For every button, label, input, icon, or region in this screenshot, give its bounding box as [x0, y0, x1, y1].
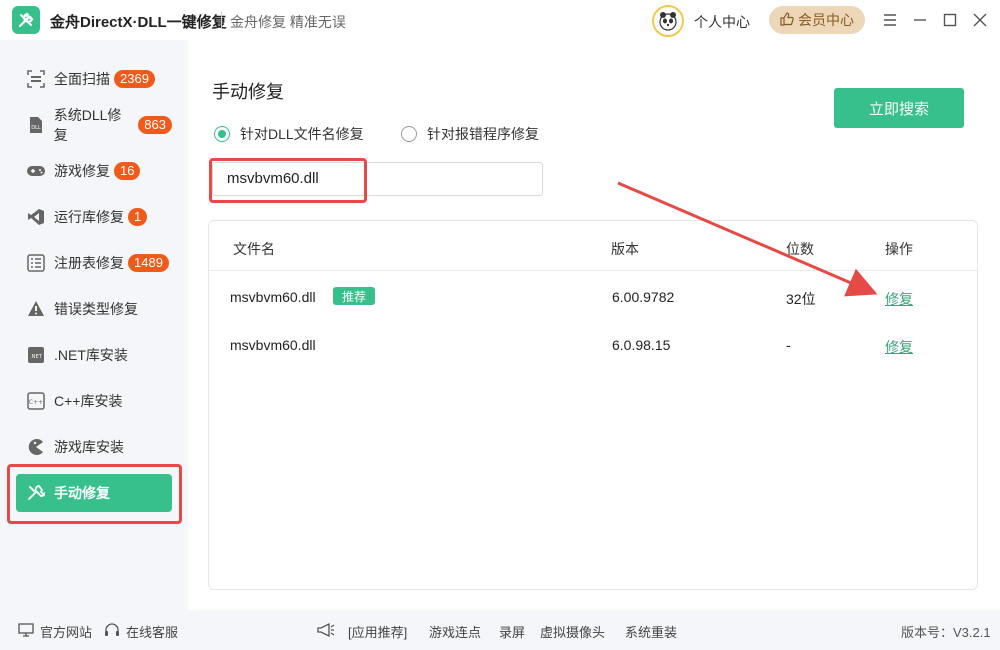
thumbs-up-icon: [780, 11, 794, 29]
official-website-link[interactable]: 官方网站: [18, 622, 92, 641]
gamepad-icon: [26, 161, 46, 181]
row2-bits: -: [786, 337, 791, 353]
row1-filename: msvbvm60.dll: [230, 289, 316, 305]
sidebar-item-game-lib-install[interactable]: 游戏库安装: [16, 428, 172, 466]
count-badge: 16: [114, 162, 141, 180]
count-badge: 863: [138, 116, 172, 134]
version-label: 版本号：V3.2.1: [901, 625, 991, 640]
radio-dll-filename[interactable]: 针对DLL文件名修复: [214, 124, 364, 144]
svg-text:.NET: .NET: [30, 354, 42, 360]
vip-center-button[interactable]: 会员中心: [769, 6, 865, 34]
search-now-button[interactable]: 立即搜索: [834, 88, 964, 128]
app-logo-icon: [12, 6, 40, 34]
sidebar-item-dotnet-install[interactable]: .NET .NET库安装: [16, 336, 172, 374]
sidebar-item-error-type[interactable]: 错误类型修复: [16, 290, 172, 328]
footer-link-system-reinstall[interactable]: 系统重装: [625, 622, 677, 641]
row1-bits: 32位: [786, 291, 816, 307]
count-badge: 2369: [114, 70, 155, 88]
svg-text:DLL: DLL: [31, 125, 41, 131]
header-divider: [209, 270, 977, 271]
sidebar-item-registry-repair[interactable]: 注册表修复 1489: [16, 244, 172, 282]
registry-list-icon: [26, 253, 46, 273]
app-title: 金舟DirectX·DLL一键修复: [50, 14, 227, 31]
user-center-link[interactable]: 个人中心: [694, 12, 750, 32]
row1-version: 6.00.9782: [612, 289, 675, 305]
column-header-filename: 文件名: [233, 241, 275, 257]
row1-repair-link[interactable]: 修复: [885, 289, 913, 309]
row2-version: 6.0.98.15: [612, 337, 671, 353]
dll-icon: DLL: [26, 115, 46, 135]
row2-repair-link[interactable]: 修复: [885, 337, 913, 357]
sidebar-item-cpp-install[interactable]: C++ C++库安装: [16, 382, 172, 420]
sidebar-item-label: 注册表修复: [54, 255, 124, 271]
online-service-link[interactable]: 在线客服: [104, 622, 178, 641]
title-bar: 金舟DirectX·DLL一键修复 金舟修复 精准无误 个人中心 会员中心: [0, 0, 1000, 40]
radio-checked-icon[interactable]: [214, 126, 230, 142]
footer-link-screen-record[interactable]: 录屏: [499, 622, 525, 641]
user-avatar[interactable]: [652, 5, 684, 37]
warning-icon: [26, 299, 46, 319]
recommended-badge: 推荐: [333, 287, 375, 305]
radio-error-program[interactable]: 针对报错程序修复: [401, 124, 539, 144]
scan-icon: [26, 69, 46, 89]
sidebar-item-system-dll[interactable]: DLL 系统DLL修复 863: [16, 106, 172, 144]
sidebar-item-label: 错误类型修复: [54, 301, 138, 317]
sidebar-item-label: .NET库安装: [54, 347, 128, 363]
page-title: 手动修复: [212, 82, 284, 102]
megaphone-icon: [316, 622, 336, 641]
close-icon[interactable]: [970, 10, 990, 30]
column-header-version: 版本: [611, 241, 639, 257]
title-divider: [221, 12, 222, 28]
highlight-frame-input: [209, 158, 367, 203]
column-header-action: 操作: [885, 241, 913, 257]
sidebar-item-label: 系统DLL修复: [53, 107, 122, 143]
minimize-icon[interactable]: [910, 10, 930, 30]
sidebar-item-game-repair[interactable]: 游戏修复 16: [16, 152, 172, 190]
row2-filename: msvbvm60.dll: [230, 337, 316, 353]
maximize-icon[interactable]: [940, 10, 960, 30]
radio-unchecked-icon[interactable]: [401, 126, 417, 142]
sidebar-item-full-scan[interactable]: 全面扫描 2369: [16, 60, 172, 98]
radio-label: 针对DLL文件名修复: [240, 126, 364, 142]
monitor-icon: [18, 623, 34, 640]
menu-icon[interactable]: [880, 10, 900, 30]
sidebar-item-runtime-repair[interactable]: 运行库修复 1: [16, 198, 172, 236]
sidebar-item-label: 运行库修复: [54, 209, 124, 225]
app-slogan: 金舟修复 精准无误: [230, 14, 346, 30]
highlight-frame-sidebar: [7, 464, 182, 524]
sidebar-item-label: C++库安装: [54, 393, 123, 409]
footer-link-virtual-camera[interactable]: 虚拟摄像头: [540, 622, 605, 641]
radio-label: 针对报错程序修复: [427, 126, 539, 142]
sidebar-item-label: 全面扫描: [54, 71, 110, 87]
sidebar-item-label: 游戏库安装: [54, 439, 124, 455]
footer-service-label: 在线客服: [126, 625, 179, 640]
sidebar-item-label: 游戏修复: [54, 163, 110, 179]
headset-icon: [104, 622, 120, 641]
vip-label: 会员中心: [798, 12, 854, 28]
cpp-icon: C++: [26, 391, 46, 411]
count-badge: 1: [128, 208, 148, 226]
footer-website-label: 官方网站: [40, 625, 93, 640]
svg-text:C++: C++: [29, 399, 43, 406]
footer-link-app-recommend[interactable]: [应用推荐]: [348, 622, 407, 641]
visual-studio-icon: [26, 207, 46, 227]
column-header-bits: 位数: [786, 241, 814, 257]
results-table: [208, 220, 978, 590]
dotnet-icon: .NET: [26, 345, 46, 365]
footer-link-game-clicker[interactable]: 游戏连点: [429, 622, 481, 641]
pacman-icon: [26, 437, 46, 457]
count-badge: 1489: [128, 254, 169, 272]
